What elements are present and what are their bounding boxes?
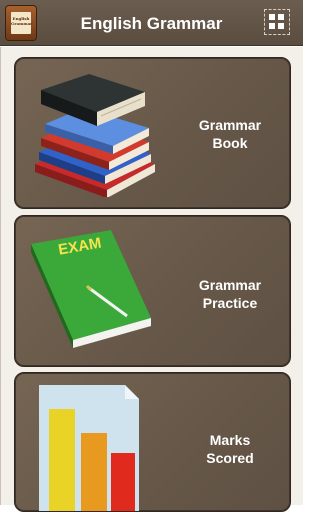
marks-scored-label-line1: Marks <box>209 432 251 448</box>
grammar-book-label-line2: Book <box>212 135 248 151</box>
grammar-practice-label-line1: Grammar <box>198 277 262 293</box>
app-bar: English Grammar English Grammar <box>0 0 303 46</box>
grid-menu-icon[interactable] <box>264 9 290 35</box>
grammar-book-card[interactable]: Grammar Book <box>14 57 291 209</box>
grammar-book-label: Grammar Book <box>175 116 285 152</box>
book-stack-icon <box>35 74 155 197</box>
grammar-practice-label: Grammar Practice <box>175 276 285 312</box>
marks-scored-card[interactable]: Marks Scored <box>14 372 291 512</box>
grammar-book-label-line1: Grammar <box>198 117 262 133</box>
marks-scored-label-line2: Scored <box>206 450 254 466</box>
marks-scored-label: Marks Scored <box>175 431 285 467</box>
grammar-practice-label-line2: Practice <box>202 295 258 311</box>
bar-chart-document-icon <box>39 385 139 511</box>
grammar-practice-card[interactable]: EXAM Grammar Practice <box>14 215 291 367</box>
main-content: Grammar Book EXAM Grammar Practice Marks <box>0 47 303 512</box>
page-title: English Grammar <box>80 14 223 33</box>
